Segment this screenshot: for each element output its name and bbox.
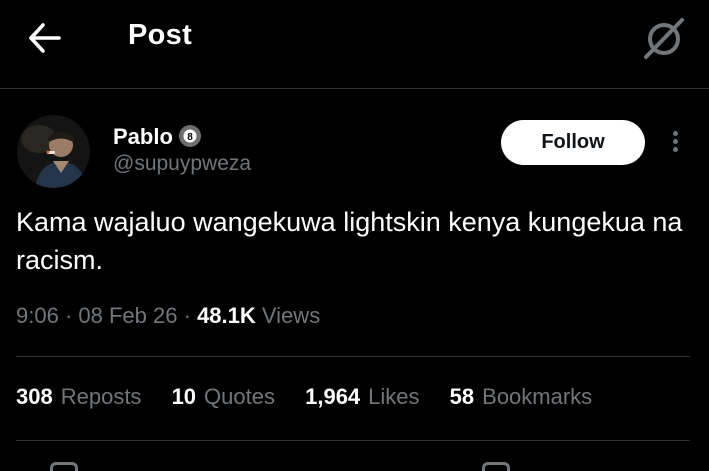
eight-ball-icon: 8 xyxy=(178,124,202,148)
reply-icon[interactable] xyxy=(50,462,78,471)
separator: · xyxy=(64,303,73,328)
quotes-stat[interactable]: 10 Quotes xyxy=(172,384,275,410)
post-text: Kama wajaluo wangekuwa lightskin kenya k… xyxy=(16,207,683,275)
meta-divider xyxy=(16,356,690,357)
grok-slash-icon xyxy=(644,18,684,59)
grok-button[interactable] xyxy=(640,16,688,60)
views-label: Views xyxy=(261,303,321,328)
author-name[interactable]: Pablo xyxy=(113,124,173,150)
header-divider xyxy=(0,88,709,89)
avatar[interactable] xyxy=(17,115,90,188)
more-options-button[interactable] xyxy=(664,128,686,158)
svg-text:8: 8 xyxy=(187,132,193,143)
separator: · xyxy=(183,303,191,328)
back-button[interactable] xyxy=(26,20,66,56)
views-count: 48.1K xyxy=(197,303,256,328)
bookmarks-stat[interactable]: 58 Bookmarks xyxy=(450,384,593,410)
engagement-stats: 308 Reposts 10 Quotes 1,964 Likes 58 Bookmar… xyxy=(16,384,616,410)
stat-count: 58 xyxy=(449,384,475,409)
post-meta: 9:06 · 08 Feb 26 · 48.1K Views xyxy=(16,303,320,329)
page-title: Post xyxy=(128,19,193,51)
stat-count: 308 xyxy=(16,384,53,409)
dot-icon xyxy=(672,139,678,144)
arrow-left-icon xyxy=(29,23,61,53)
likes-stat[interactable]: 1,964 Likes xyxy=(305,384,419,410)
stat-label: Likes xyxy=(368,384,420,409)
bookmark-icon[interactable] xyxy=(482,462,510,471)
stat-label: Quotes xyxy=(204,384,275,409)
top-bar: Post xyxy=(0,0,709,88)
dot-icon xyxy=(672,131,678,136)
stats-divider xyxy=(16,440,690,441)
author-handle[interactable]: @supuypweza xyxy=(113,152,251,176)
post-time[interactable]: 9:06 xyxy=(16,303,59,328)
stat-count: 10 xyxy=(171,384,197,409)
stat-label: Reposts xyxy=(60,384,142,409)
post-date[interactable]: 08 Feb 26 xyxy=(78,303,177,328)
stat-count: 1,964 xyxy=(305,384,361,409)
stat-label: Bookmarks xyxy=(482,384,593,409)
reposts-stat[interactable]: 308 Reposts xyxy=(16,384,141,410)
follow-button[interactable]: Follow xyxy=(501,120,645,165)
dot-icon xyxy=(672,147,678,152)
